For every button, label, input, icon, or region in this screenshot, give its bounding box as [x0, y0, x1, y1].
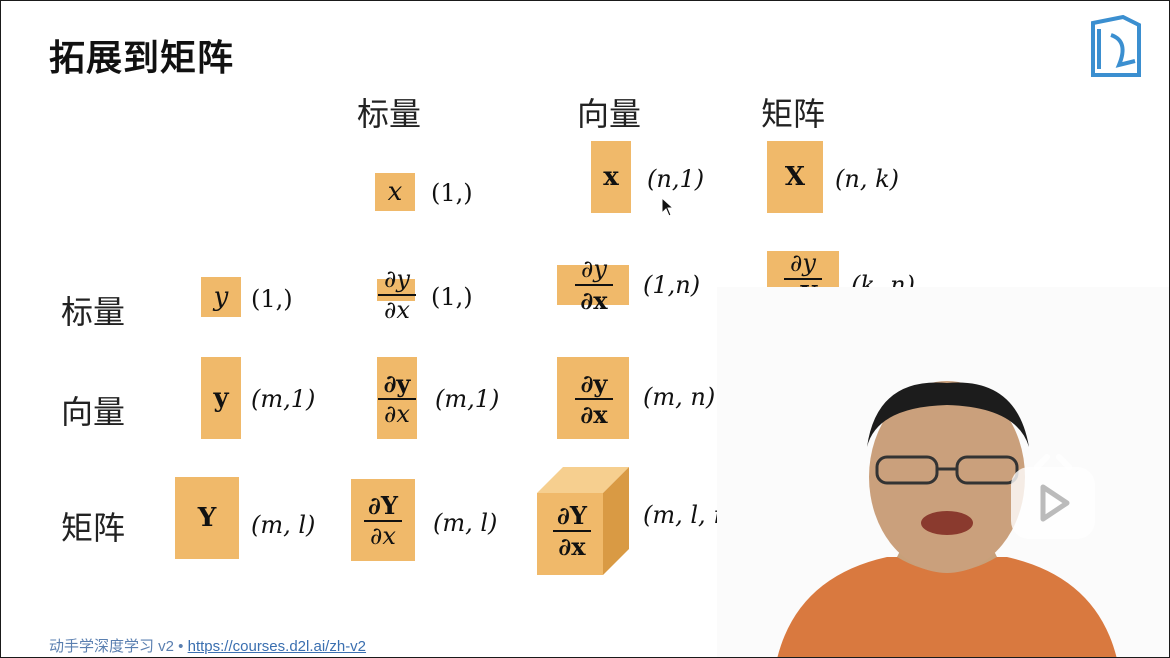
input-vector-box: x: [591, 141, 631, 213]
derivative-r3c2: ∂Y ∂x: [545, 491, 599, 571]
r2c2-shape: (m, n): [643, 383, 716, 411]
output-matrix-shape: (m, l): [251, 511, 316, 539]
input-matrix-shape: (n, k): [835, 165, 899, 193]
r2c2-numerator: ∂y: [580, 368, 608, 398]
output-vector-box: y: [201, 357, 241, 439]
footer-link[interactable]: https://courses.d2l.ai/zh-v2: [188, 638, 366, 655]
d2l-logo-icon: [1091, 15, 1141, 77]
column-header-matrix: 矩阵: [761, 95, 826, 133]
r1c1-shape: (1,): [431, 283, 473, 311]
play-button-icon[interactable]: [1007, 453, 1099, 543]
r3c2-numerator: ∂Y: [557, 500, 587, 530]
r2c1-shape: (m,1): [435, 385, 500, 413]
r1c2-shape: (1,n): [643, 271, 701, 299]
output-scalar-box: y: [201, 277, 241, 317]
derivative-r3c1: ∂Y ∂x: [357, 483, 409, 559]
mouse-pointer-icon: [661, 197, 675, 217]
row-header-scalar: 标量: [61, 293, 126, 331]
r1c1-numerator: ∂y: [384, 264, 410, 293]
footer-course: 动手学深度学习 v2 •: [49, 638, 188, 655]
column-header-vector: 向量: [577, 95, 642, 133]
r1c1-denominator: ∂x: [384, 296, 410, 324]
presenter-figure: [777, 381, 1117, 657]
r3c1-shape: (m, l): [433, 509, 498, 537]
derivative-r1c2: ∂y ∂x: [567, 249, 621, 321]
column-header-scalar: 标量: [357, 95, 422, 133]
input-scalar-shape: (1,): [431, 179, 473, 207]
slide-frame: 拓展到矩阵 标量 向量 矩阵 标量 向量 矩阵 x (1,) x (n,1) X…: [0, 0, 1170, 658]
input-scalar-symbol: x: [387, 177, 403, 207]
r2c2-denominator: ∂x: [580, 400, 608, 429]
row-header-matrix: 矩阵: [61, 509, 126, 547]
presenter-video: [717, 287, 1169, 657]
output-scalar-shape: (1,): [251, 285, 293, 313]
r1c2-numerator: ∂y: [581, 254, 607, 283]
derivative-r1c1: ∂y ∂x: [377, 259, 417, 331]
r3c2-denominator: ∂x: [558, 532, 586, 561]
input-scalar-box: x: [375, 173, 415, 211]
output-vector-symbol: y: [213, 383, 229, 413]
output-vector-shape: (m,1): [251, 385, 316, 413]
input-matrix-symbol: X: [784, 162, 806, 192]
r2c1-numerator: ∂y: [383, 368, 411, 398]
input-vector-symbol: x: [603, 162, 619, 192]
r1c3-numerator: ∂y: [790, 248, 816, 277]
derivative-r2c1: ∂y ∂x: [373, 361, 421, 437]
output-scalar-symbol: y: [213, 282, 229, 312]
output-matrix-symbol: Y: [197, 503, 217, 533]
derivative-r2c2: ∂y ∂x: [567, 361, 621, 437]
output-matrix-box: Y: [175, 477, 239, 559]
slide-title: 拓展到矩阵: [49, 38, 235, 79]
r2c1-denominator: ∂x: [384, 400, 410, 428]
input-vector-shape: (n,1): [647, 165, 705, 193]
row-header-vector: 向量: [61, 393, 126, 431]
r1c2-denominator: ∂x: [580, 286, 608, 315]
r3c1-denominator: ∂x: [370, 522, 396, 550]
r3c1-numerator: ∂Y: [368, 490, 398, 520]
input-matrix-box: X: [767, 141, 823, 213]
footer: 动手学深度学习 v2 • https://courses.d2l.ai/zh-v…: [49, 635, 366, 656]
